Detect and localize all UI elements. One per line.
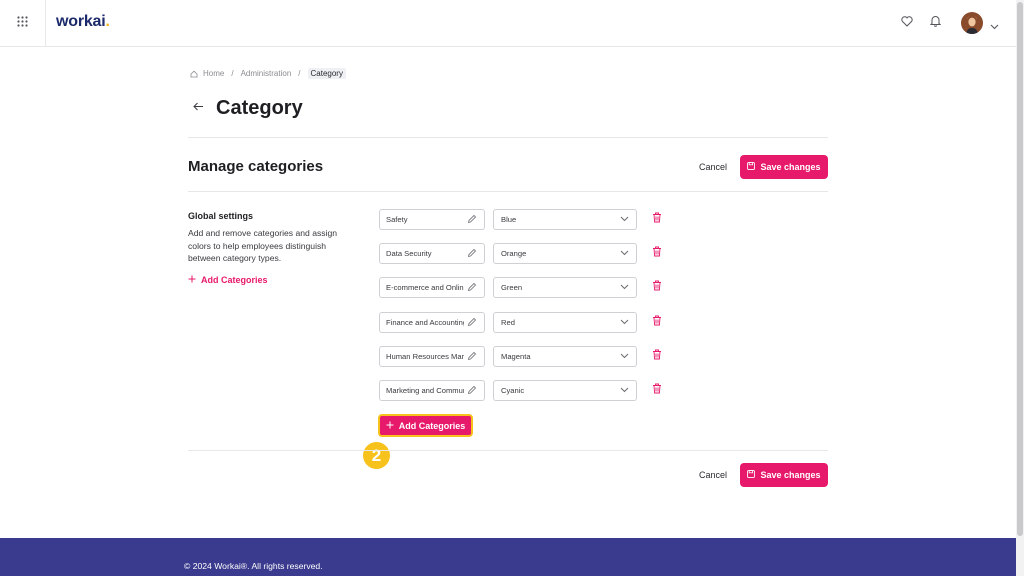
plus-icon bbox=[188, 275, 196, 285]
category-color-select[interactable]: Red bbox=[493, 312, 637, 333]
category-name-value: Finance and Accounting bbox=[386, 318, 464, 327]
global-settings-description: Add and remove categories and assign col… bbox=[188, 228, 338, 264]
favorites-button[interactable] bbox=[898, 14, 916, 32]
category-color-value: Blue bbox=[501, 215, 517, 224]
heart-icon bbox=[901, 14, 913, 32]
category-name-input[interactable]: Data Security bbox=[379, 243, 485, 264]
delete-category-button[interactable] bbox=[651, 313, 662, 331]
user-avatar[interactable] bbox=[961, 12, 983, 34]
category-name-input[interactable]: Human Resources Management bbox=[379, 346, 485, 367]
footer: © 2024 Workai®. All rights reserved. bbox=[0, 538, 1016, 576]
save-icon bbox=[747, 162, 756, 172]
category-color-value: Orange bbox=[501, 249, 527, 258]
cancel-button-bottom[interactable]: Cancel bbox=[699, 470, 727, 480]
divider bbox=[188, 191, 828, 192]
trash-icon bbox=[652, 347, 662, 365]
plus-icon bbox=[386, 421, 394, 431]
category-name-input[interactable]: E-commerce and Online bbox=[379, 277, 485, 298]
footer-copyright: © 2024 Workai®. All rights reserved. bbox=[184, 561, 323, 571]
delete-category-button[interactable] bbox=[651, 244, 662, 262]
chevron-down-icon bbox=[620, 319, 629, 325]
chevron-down-icon bbox=[620, 387, 629, 393]
chevron-down-icon bbox=[990, 17, 999, 34]
add-categories-button[interactable]: Add Categories bbox=[378, 414, 473, 437]
home-icon bbox=[190, 70, 198, 78]
section-title: Manage categories bbox=[188, 158, 324, 175]
pencil-icon[interactable] bbox=[467, 385, 477, 395]
notifications-button[interactable] bbox=[926, 14, 944, 32]
category-color-select[interactable]: Magenta bbox=[493, 346, 637, 367]
add-categories-link-label: Add Categories bbox=[201, 275, 268, 285]
category-name-value: Marketing and Communication bbox=[386, 386, 464, 395]
category-color-select[interactable]: Blue bbox=[493, 209, 637, 230]
category-color-value: Green bbox=[501, 283, 523, 292]
breadcrumb: Home / Administration / Category bbox=[190, 68, 346, 79]
arrow-left-icon bbox=[192, 98, 204, 116]
page-title: Category bbox=[216, 97, 303, 119]
trash-icon bbox=[652, 381, 662, 399]
category-color-value: Cyanic bbox=[501, 386, 525, 395]
account-menu-toggle[interactable] bbox=[990, 17, 999, 35]
step-badge: 2 bbox=[363, 442, 390, 469]
chevron-down-icon bbox=[620, 216, 629, 222]
save-changes-button-bottom[interactable]: Save changes bbox=[740, 463, 828, 487]
save-icon bbox=[747, 470, 756, 480]
divider bbox=[188, 450, 828, 451]
app-launcher-button[interactable] bbox=[0, 0, 46, 46]
save-label: Save changes bbox=[760, 470, 821, 480]
add-categories-button-label: Add Categories bbox=[398, 420, 466, 431]
pencil-icon[interactable] bbox=[467, 317, 477, 327]
page-scrollbar[interactable] bbox=[1016, 0, 1024, 576]
category-color-select[interactable]: Cyanic bbox=[493, 380, 637, 401]
category-name-input[interactable]: Safety bbox=[379, 209, 485, 230]
category-name-value: Safety bbox=[386, 215, 408, 224]
category-color-select[interactable]: Green bbox=[493, 277, 637, 298]
pencil-icon[interactable] bbox=[467, 282, 477, 292]
add-categories-link[interactable]: Add Categories bbox=[188, 275, 268, 285]
pencil-icon[interactable] bbox=[467, 214, 477, 224]
save-changes-button-top[interactable]: Save changes bbox=[740, 155, 828, 179]
delete-category-button[interactable] bbox=[651, 347, 662, 365]
category-name-input[interactable]: Finance and Accounting bbox=[379, 312, 485, 333]
chevron-down-icon bbox=[620, 284, 629, 290]
trash-icon bbox=[652, 210, 662, 228]
bell-icon bbox=[929, 14, 941, 32]
delete-category-button[interactable] bbox=[651, 210, 662, 228]
category-color-value: Magenta bbox=[501, 352, 531, 361]
save-label: Save changes bbox=[760, 162, 821, 172]
category-name-input[interactable]: Marketing and Communication bbox=[379, 380, 485, 401]
global-settings-title: Global settings bbox=[188, 211, 254, 221]
divider bbox=[188, 137, 828, 138]
pencil-icon[interactable] bbox=[467, 248, 477, 258]
breadcrumb-home[interactable]: Home bbox=[203, 69, 224, 78]
category-name-value: Data Security bbox=[386, 249, 432, 258]
cancel-button-top[interactable]: Cancel bbox=[699, 162, 727, 172]
top-bar: workai. bbox=[0, 0, 1016, 47]
category-color-select[interactable]: Orange bbox=[493, 243, 637, 264]
trash-icon bbox=[652, 313, 662, 331]
breadcrumb-current: Category bbox=[307, 68, 346, 79]
delete-category-button[interactable] bbox=[651, 278, 662, 296]
category-name-value: Human Resources Management bbox=[386, 352, 464, 361]
pencil-icon[interactable] bbox=[467, 351, 477, 361]
trash-icon bbox=[652, 244, 662, 262]
back-button[interactable] bbox=[191, 100, 205, 114]
grid-icon bbox=[17, 14, 28, 32]
category-name-value: E-commerce and Online bbox=[386, 283, 464, 292]
chevron-down-icon bbox=[620, 353, 629, 359]
workai-logo[interactable]: workai. bbox=[56, 13, 110, 31]
trash-icon bbox=[652, 278, 662, 296]
chevron-down-icon bbox=[620, 250, 629, 256]
breadcrumb-administration[interactable]: Administration bbox=[241, 69, 292, 78]
delete-category-button[interactable] bbox=[651, 381, 662, 399]
scrollbar-thumb[interactable] bbox=[1017, 2, 1023, 536]
category-color-value: Red bbox=[501, 318, 515, 327]
